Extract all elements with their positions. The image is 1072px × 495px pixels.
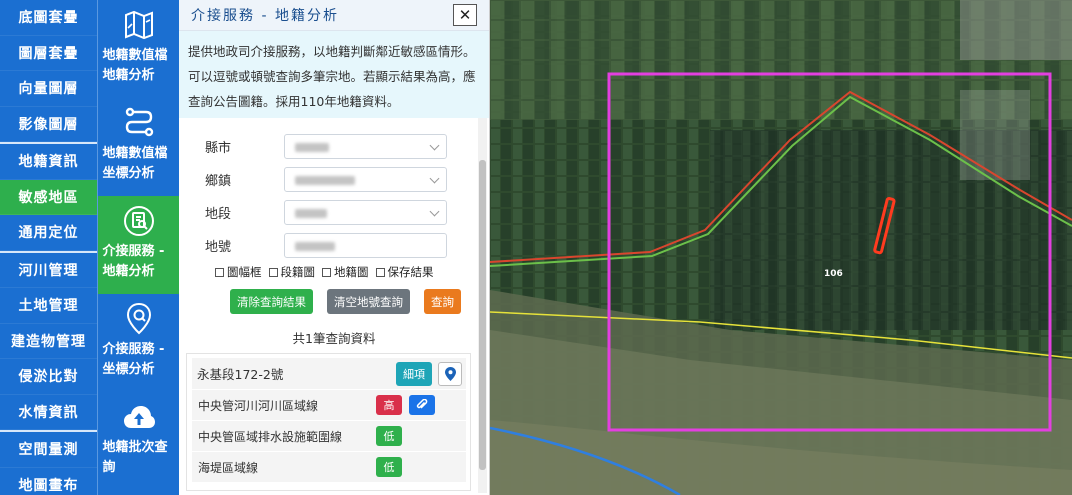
nav-item-cadastral-info[interactable]: 地籍資訊 — [0, 144, 97, 180]
nav-item-river-management[interactable]: 河川管理 — [0, 253, 97, 288]
section-label: 地段 — [205, 207, 232, 222]
nav-item-layer-overlay[interactable]: 圖層套疊 — [0, 36, 97, 71]
result-item-name: 海堤區域線 — [198, 460, 259, 475]
nav-item-image-layer[interactable]: 影像圖層 — [0, 107, 97, 142]
option-checkboxes: 圖幅框 段籍圖 地籍圖 保存結果 — [179, 264, 489, 280]
result-item: 海堤區域線 低 — [192, 452, 466, 482]
map-icon — [121, 8, 157, 42]
nav-item-structure-management[interactable]: 建造物管理 — [0, 324, 97, 359]
result-parcel-row: 永基段172-2號 細項 — [192, 358, 466, 389]
nav-item-erosion-compare[interactable]: 侵淤比對 — [0, 359, 97, 395]
chevron-down-icon — [429, 206, 440, 217]
nav-item-water-info[interactable]: 水情資訊 — [0, 395, 97, 430]
chevron-down-icon — [429, 173, 440, 184]
detail-button[interactable]: 細項 — [396, 361, 432, 386]
tool-label: 地籍批次查詢 — [102, 440, 168, 475]
level-badge: 低 — [376, 457, 402, 477]
result-item-name: 中央管河川河川區域線 — [198, 398, 319, 413]
tool-label: 介接服務 - 地籍分析 — [102, 244, 165, 279]
satellite-map: 106 — [490, 0, 1072, 495]
parcel-input[interactable] — [284, 233, 447, 258]
primary-sidebar: 底圖套疊 圖層套疊 向量圖層 影像圖層 地籍資訊 敏感地區 通用定位 河川管理 … — [0, 0, 97, 495]
nav-item-sensitive-area[interactable]: 敏感地區 — [0, 179, 97, 215]
analysis-panel: 介接服務 - 地籍分析 ✕ 提供地政司介接服務，以地籍判斷鄰近敏感區情形。可以逗… — [179, 0, 490, 495]
tool-service-cadastral-analysis[interactable]: 介接服務 - 地籍分析 — [98, 196, 179, 294]
query-form: 縣市 鄉鎮 地段 地號 圖幅框 段籍圖 地籍圖 保存結果 清除查詢結果 清空地號… — [179, 118, 489, 491]
section-row: 地段 — [179, 196, 489, 229]
parcel-label: 地號 — [205, 240, 232, 255]
checkbox-section-map[interactable]: 段籍圖 — [268, 264, 315, 280]
cloud-upload-icon — [121, 400, 157, 434]
nav-item-map-canvas[interactable]: 地圖畫布 — [0, 468, 97, 495]
scrollbar-thumb[interactable] — [479, 160, 486, 470]
township-label: 鄉鎮 — [205, 174, 232, 189]
checkbox-save-results[interactable]: 保存結果 — [375, 264, 434, 280]
panel-header: 介接服務 - 地籍分析 ✕ — [179, 0, 489, 31]
close-button[interactable]: ✕ — [453, 4, 477, 26]
nav-item-basemap[interactable]: 底圖套疊 — [0, 0, 97, 36]
redacted-value — [295, 143, 329, 152]
nav-item-general-locate[interactable]: 通用定位 — [0, 215, 97, 251]
level-badge: 高 — [376, 395, 402, 415]
county-select[interactable] — [284, 134, 447, 159]
route-icon — [121, 106, 157, 140]
checkbox-cadastral-map[interactable]: 地籍圖 — [322, 264, 369, 280]
parcel-row: 地號 — [179, 229, 489, 262]
section-select[interactable] — [284, 200, 447, 225]
result-item-name: 中央管區域排水設施範圍線 — [198, 429, 343, 444]
tool-service-coordinate-analysis[interactable]: 介接服務 - 坐標分析 — [98, 294, 179, 392]
tool-label: 介接服務 - 坐標分析 — [102, 342, 165, 377]
tool-label: 地籍數值檔地籍分析 — [102, 48, 168, 83]
result-list: 永基段172-2號 細項 中央管河川河川區域線 高 中央管區域排水設施範圍線 低… — [186, 353, 471, 491]
redacted-value — [295, 176, 355, 185]
clear-parcel-button[interactable]: 清空地號查詢 — [327, 289, 410, 314]
result-parcel-name: 永基段172-2號 — [197, 367, 284, 382]
panel-title: 介接服務 - 地籍分析 — [191, 8, 339, 24]
panel-description: 提供地政司介接服務，以地籍判斷鄰近敏感區情形。可以逗號或頓號查詢多筆宗地。若顯示… — [179, 31, 489, 118]
result-count: 共1筆查詢資料 — [292, 331, 376, 346]
document-search-icon — [121, 204, 157, 238]
result-item: 中央管區域排水設施範圍線 低 — [192, 421, 466, 451]
tool-cadastral-batch-query[interactable]: 地籍批次查詢 — [98, 392, 179, 490]
panel-scrollbar[interactable] — [478, 118, 487, 493]
clear-results-button[interactable]: 清除查詢結果 — [230, 289, 313, 314]
secondary-sidebar: 地籍數值檔地籍分析 地籍數值檔坐標分析 介接服務 - 地籍分析 介接服務 - 坐… — [97, 0, 179, 495]
tool-cadastral-coordinate-analysis[interactable]: 地籍數值檔坐標分析 — [98, 98, 179, 196]
action-buttons: 清除查詢結果 清空地號查詢 查詢 — [179, 289, 489, 314]
county-label: 縣市 — [205, 141, 232, 156]
app-root: 底圖套疊 圖層套疊 向量圖層 影像圖層 地籍資訊 敏感地區 通用定位 河川管理 … — [0, 0, 1072, 495]
map-label: 106 — [824, 269, 843, 279]
nav-item-land-management[interactable]: 土地管理 — [0, 288, 97, 324]
township-select[interactable] — [284, 167, 447, 192]
locate-button[interactable] — [438, 361, 462, 386]
nav-item-spatial-measure[interactable]: 空間量測 — [0, 432, 97, 468]
nav-item-vector-layer[interactable]: 向量圖層 — [0, 71, 97, 107]
paperclip-icon — [416, 399, 428, 409]
chevron-down-icon — [429, 140, 440, 151]
query-button[interactable]: 查詢 — [424, 289, 461, 314]
checkbox-map-frame[interactable]: 圖幅框 — [215, 264, 262, 280]
close-icon: ✕ — [458, 6, 472, 24]
county-row: 縣市 — [179, 130, 489, 163]
redacted-value — [295, 209, 327, 218]
level-badge: 低 — [376, 426, 402, 446]
tool-cadastral-file-analysis[interactable]: 地籍數值檔地籍分析 — [98, 0, 179, 98]
map-pin-icon — [444, 366, 456, 381]
tool-label: 地籍數值檔坐標分析 — [102, 146, 168, 181]
location-search-icon — [121, 302, 157, 336]
redacted-value — [295, 242, 335, 251]
township-row: 鄉鎮 — [179, 163, 489, 196]
result-item: 中央管河川河川區域線 高 — [192, 390, 466, 420]
map-view[interactable]: 106 — [490, 0, 1072, 495]
attachment-button[interactable] — [409, 395, 435, 415]
